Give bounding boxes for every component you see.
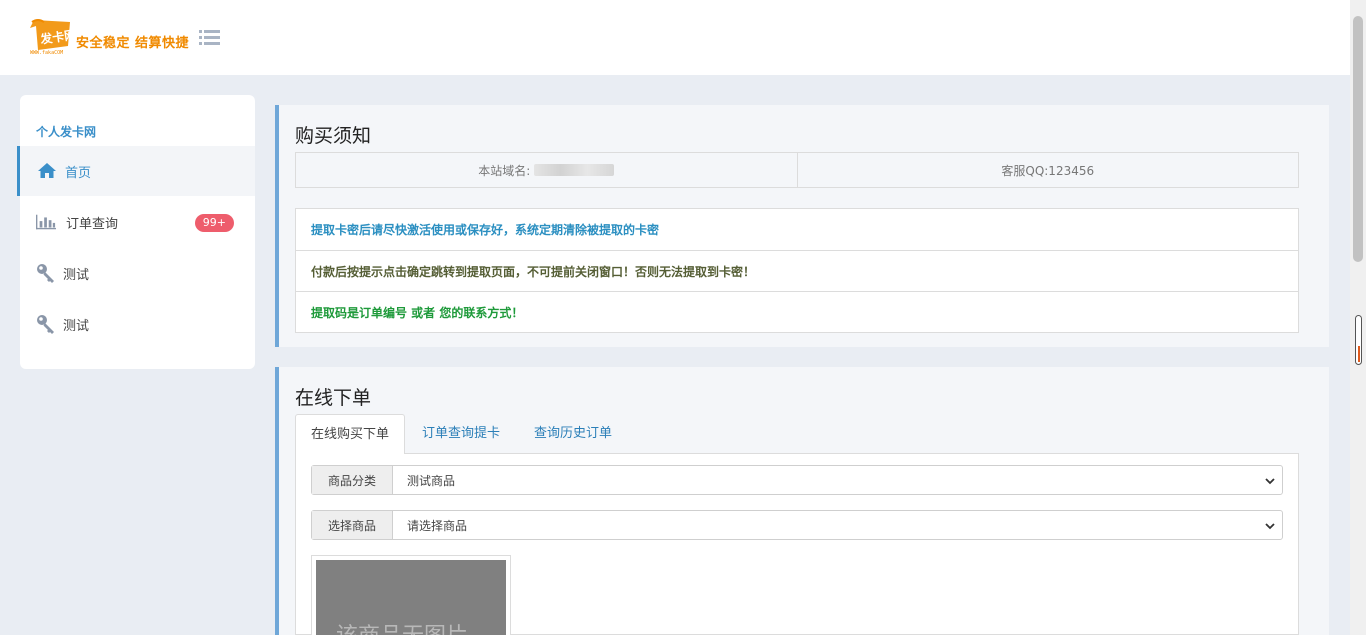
sidebar-title: 个人发卡网 [36,125,97,139]
product-row: 选择商品 请选择商品 [311,510,1283,540]
logo-slogan: 安全稳定 结算快捷 [76,36,190,51]
sidebar-item-label: 首页 [65,165,92,181]
menu-list-icon[interactable] [199,29,220,47]
notice-list: 提取卡密后请尽快激活使用或保存好，系统定期清除被提取的卡密 付款后按提示点击确定… [295,208,1299,333]
sidebar: 个人发卡网 首页 订单查询 99+ 测试 测试 [17,95,255,369]
notice-item: 提取码是订单编号 或者 您的联系方式！ [296,291,1298,332]
no-image-text: 该商品无图片 [336,618,468,635]
sidebar-item-test-2[interactable]: 测试 [17,299,255,349]
panel-title: 在线下单 [295,387,372,409]
site-domain-label: 本站域名: [478,163,531,178]
tab-order-query[interactable]: 订单查询提卡 [407,414,515,454]
sidebar-item-label: 测试 [63,318,90,334]
online-order-panel: 在线下单 在线购买下单 订单查询提卡 查询历史订单 商品分类 测试商品 选择商品… [275,367,1329,635]
order-count-badge: 99+ [194,214,234,232]
product-image-placeholder: 该商品无图片 [316,560,506,635]
sidebar-item-label: 订单查询 [66,216,119,232]
chevron-down-icon [1265,523,1275,530]
purchase-notice-panel: 购买须知 本站域名: 客服QQ:123456 提取卡密后请尽快激活使用或保存好，… [275,105,1329,347]
product-select[interactable]: 请选择商品 [393,511,1282,539]
home-icon [38,163,56,178]
tab-content: 商品分类 测试商品 选择商品 请选择商品 该商品无图片 [295,454,1299,635]
product-label: 选择商品 [312,511,393,539]
top-header: 发卡网 安全稳定 结算快捷 WWW.fakaCOM [0,0,1350,75]
sidebar-item-test-1[interactable]: 测试 [17,248,255,298]
key-icon [37,264,54,283]
support-qq-label: 客服QQ:123456 [1001,163,1095,178]
panel-title: 购买须知 [295,125,372,147]
tab-online-purchase[interactable]: 在线购买下单 [295,414,406,455]
scroll-marker-indicator [1358,346,1360,362]
scroll-thumb[interactable] [1353,16,1363,262]
sidebar-item-orders[interactable]: 订单查询 99+ [17,197,255,247]
chevron-down-icon [1265,478,1275,485]
order-tabs: 在线购买下单 订单查询提卡 查询历史订单 [295,414,1299,455]
tab-order-history[interactable]: 查询历史订单 [519,414,627,454]
site-info-row: 本站域名: 客服QQ:123456 [295,152,1299,188]
logo-url: WWW.fakaCOM [30,50,64,56]
site-domain-cell: 本站域名: [296,153,797,187]
scroll-marker [1355,315,1362,365]
key-icon [37,315,54,334]
redacted-domain [534,164,615,176]
category-label: 商品分类 [312,466,393,494]
bar-chart-icon [36,214,56,230]
product-select-value: 请选择商品 [407,518,468,533]
sidebar-item-label: 测试 [63,267,90,283]
notice-item: 提取卡密后请尽快激活使用或保存好，系统定期清除被提取的卡密 [311,223,660,237]
category-select[interactable]: 测试商品 [393,466,1282,494]
sidebar-item-home[interactable]: 首页 [17,146,255,196]
category-row: 商品分类 测试商品 [311,465,1283,495]
support-qq-cell: 客服QQ:123456 [796,153,1299,187]
site-logo[interactable]: 发卡网 安全稳定 结算快捷 WWW.fakaCOM [28,16,189,58]
product-card[interactable]: 该商品无图片 [311,555,511,635]
category-select-value: 测试商品 [407,473,456,488]
notice-item: 付款后按提示点击确定跳转到提取页面，不可提前关闭窗口！否则无法提取到卡密！ [296,250,1298,291]
page-scrollbar[interactable] [1350,0,1366,635]
